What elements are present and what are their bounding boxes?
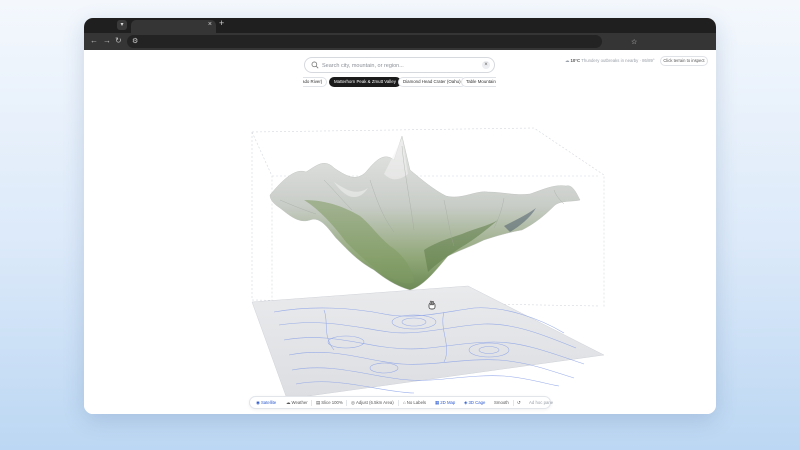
extra-pane-button[interactable]: Ad hoc pane bbox=[526, 399, 556, 407]
toolbar-divider bbox=[398, 400, 399, 406]
reload-icon[interactable]: ↻ bbox=[115, 36, 122, 46]
weather-description: Thundery outbreaks in nearby · 86/89° bbox=[581, 58, 655, 63]
forward-icon[interactable]: → bbox=[103, 36, 111, 46]
map2d-button[interactable]: ▦2D Map bbox=[432, 399, 458, 407]
satellite-button[interactable]: ◉Satellite bbox=[253, 399, 279, 407]
terrain-mesh bbox=[269, 135, 581, 291]
toolbar-divider bbox=[311, 400, 312, 406]
tag-icon: ⌂ bbox=[403, 400, 406, 405]
weather-label: Weather bbox=[291, 400, 308, 405]
search-input[interactable] bbox=[322, 60, 472, 71]
slice-button[interactable]: ▤Slice 100% bbox=[313, 399, 346, 407]
clear-search-icon[interactable]: × bbox=[482, 61, 490, 69]
location-chip-active[interactable]: Matterhorn Peak & Zmutt Valley bbox=[329, 77, 401, 87]
inspect-hint-button[interactable]: Click terrain to inspect bbox=[660, 56, 708, 66]
layers-icon: ▤ bbox=[316, 400, 321, 405]
tab-close-icon[interactable]: × bbox=[208, 21, 212, 28]
cage3d-button[interactable]: ◈3D Cage bbox=[461, 399, 488, 407]
weather-readout: ☁ 10°C Thundery outbreaks in nearby · 86… bbox=[565, 58, 655, 64]
smooth-button[interactable]: Smooth bbox=[491, 399, 512, 407]
location-chip[interactable]: ado River) bbox=[303, 77, 328, 87]
new-tab-button[interactable]: + bbox=[219, 18, 224, 28]
search-icon bbox=[311, 61, 319, 69]
no-labels-label: No Labels bbox=[406, 400, 427, 405]
map2d-label: 2D Map bbox=[440, 400, 456, 405]
location-chip[interactable]: Table Mountain ( bbox=[461, 77, 496, 87]
tab-search-dropdown[interactable]: ▾ bbox=[117, 20, 127, 30]
map-icon: ▦ bbox=[435, 400, 440, 405]
location-chips: ado River) Matterhorn Peak & Zmutt Valle… bbox=[303, 77, 496, 88]
browser-toolbar: ← → ↻ ⚙ ☆ bbox=[84, 33, 716, 50]
app-content: × ☁ 10°C Thundery outbreaks in nearby · … bbox=[84, 50, 716, 414]
search-box[interactable]: × bbox=[304, 57, 495, 73]
view-toolbar: ◉Satellite ☁Weather ▤Slice 100% ◎Adjust … bbox=[249, 396, 553, 409]
toolbar-divider bbox=[346, 400, 347, 406]
cloud-icon: ☁ bbox=[286, 400, 291, 405]
address-bar[interactable]: ⚙ ☆ bbox=[127, 35, 637, 48]
satellite-label: Satellite bbox=[260, 400, 277, 405]
bookmark-star-icon[interactable]: ☆ bbox=[631, 38, 637, 46]
terrain-viewport[interactable] bbox=[84, 50, 716, 414]
site-settings-icon[interactable]: ⚙ bbox=[132, 35, 138, 48]
adjust-icon: ◎ bbox=[351, 400, 355, 405]
cube-icon: ◈ bbox=[464, 400, 468, 405]
slice-label: Slice 100% bbox=[321, 400, 343, 405]
adjust-label: Adjust (6.5km Area) bbox=[355, 400, 394, 405]
reset-view-icon[interactable]: ↺ bbox=[514, 399, 524, 407]
back-icon[interactable]: ← bbox=[90, 36, 98, 46]
weather-button[interactable]: ☁Weather bbox=[283, 399, 311, 407]
browser-window: ▾ × + ← → ↻ ⚙ ☆ Search city, mountain, o… bbox=[84, 18, 716, 414]
browser-tab[interactable]: × bbox=[131, 20, 216, 33]
tab-strip: ▾ × + bbox=[84, 18, 716, 33]
location-chip[interactable]: Diamond Head Crater (Oahu) bbox=[398, 77, 466, 87]
cage3d-label: 3D Cage bbox=[468, 400, 486, 405]
cloud-icon: ☁ bbox=[565, 58, 570, 63]
adjust-button[interactable]: ◎Adjust (6.5km Area) bbox=[348, 399, 397, 407]
no-labels-button[interactable]: ⌂No Labels bbox=[400, 399, 429, 407]
globe-icon: ◉ bbox=[256, 400, 260, 405]
weather-temp: 10°C bbox=[570, 58, 581, 63]
contour-map-plane bbox=[251, 285, 605, 400]
